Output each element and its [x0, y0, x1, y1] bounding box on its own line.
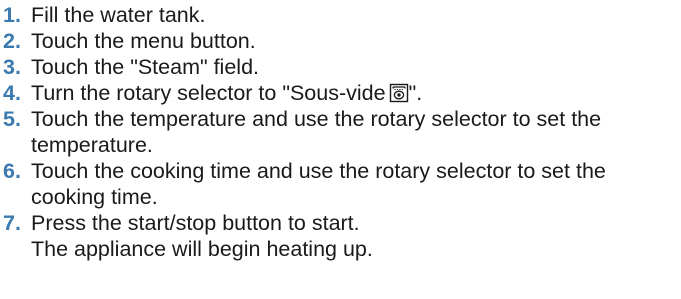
step-body: Touch the cooking time and use the rotar…: [31, 158, 679, 210]
step-1: 1. Fill the water tank.: [3, 2, 679, 28]
step-body: Touch the menu button.: [31, 28, 679, 54]
step-body: Touch the "Steam" field.: [31, 54, 679, 80]
step-body: Fill the water tank.: [31, 2, 679, 28]
step-5: 5. Touch the temperature and use the rot…: [3, 106, 679, 158]
step-text: Fill the water tank.: [31, 3, 206, 27]
step-number: 1.: [3, 3, 21, 27]
step-body: Turn the rotary selector to "Sous-vide "…: [31, 80, 679, 106]
step-3: 3. Touch the "Steam" field.: [3, 54, 679, 80]
step-text: Press the start/stop button to start.: [31, 211, 360, 235]
step-2: 2. Touch the menu button.: [3, 28, 679, 54]
step-text: Touch the temperature and use the rotary…: [31, 107, 602, 157]
step-6: 6. Touch the cooking time and use the ro…: [3, 158, 679, 210]
step-body: Press the start/stop button to start. Th…: [31, 210, 679, 262]
step-text: Touch the menu button.: [31, 29, 256, 53]
step-number: 7.: [3, 211, 21, 235]
sous-vide-icon: [389, 83, 409, 103]
step-text: Touch the cooking time and use the rotar…: [31, 159, 606, 209]
step-number: 6.: [3, 159, 21, 183]
step-result: The appliance will begin heating up.: [31, 237, 373, 261]
step-text: Touch the "Steam" field.: [31, 55, 259, 79]
step-number: 2.: [3, 29, 21, 53]
step-body: Touch the temperature and use the rotary…: [31, 106, 679, 158]
step-text-before: Turn the rotary selector to "Sous-vide: [31, 81, 386, 105]
step-7: 7. Press the start/stop button to start.…: [3, 210, 679, 262]
instruction-steps: 1. Fill the water tank. 2. Touch the men…: [3, 2, 679, 262]
step-number: 3.: [3, 55, 21, 79]
step-4: 4. Turn the rotary selector to "Sous-vid…: [3, 80, 679, 106]
step-number: 5.: [3, 107, 21, 131]
step-text-after: ".: [408, 81, 423, 105]
step-number: 4.: [3, 81, 21, 105]
